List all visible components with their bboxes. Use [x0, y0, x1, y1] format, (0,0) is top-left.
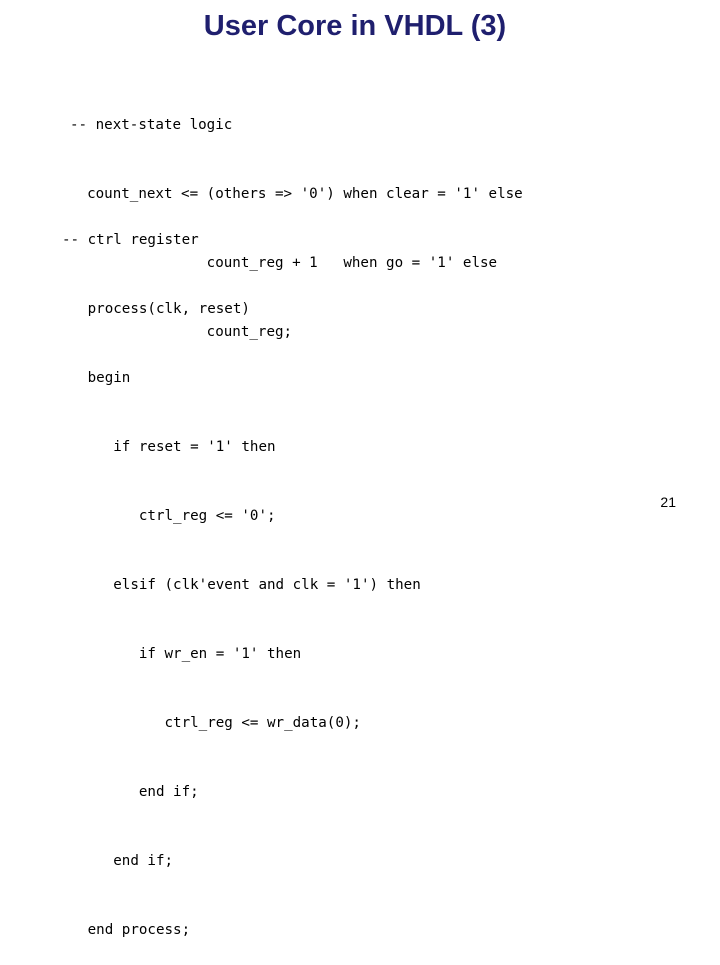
code-line: ctrl_reg <= wr_data(0);: [62, 715, 361, 731]
code-line: end process;: [62, 922, 191, 938]
code-line: begin: [62, 370, 131, 386]
code-line: ctrl_reg <= '0';: [62, 508, 276, 524]
code-line: if wr_en = '1' then: [62, 646, 302, 662]
code-line: -- ctrl register: [62, 232, 199, 248]
code-block-ctrl-register: -- ctrl register process(clk, reset) beg…: [62, 183, 421, 965]
page-number: 21: [660, 494, 676, 510]
code-line: end if;: [62, 853, 174, 869]
code-line: elsif (clk'event and clk = '1') then: [62, 577, 421, 593]
code-line: -- next-state logic: [70, 117, 233, 133]
code-line: end if;: [62, 784, 199, 800]
code-line: if reset = '1' then: [62, 439, 276, 455]
code-line: process(clk, reset): [62, 301, 250, 317]
slide-title: User Core in VHDL (3): [203, 10, 507, 42]
